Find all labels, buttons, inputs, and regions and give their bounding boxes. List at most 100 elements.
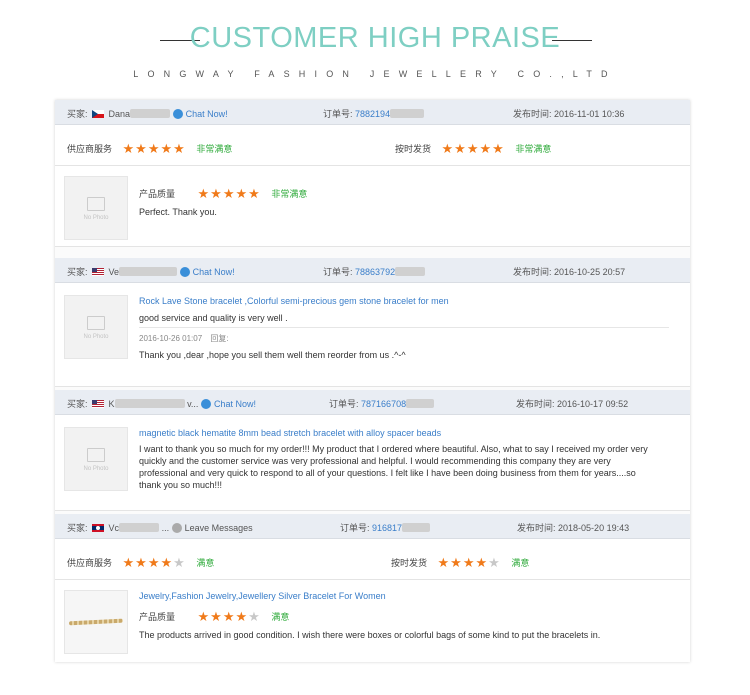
blurred-order: [395, 267, 426, 276]
review-comment: good service and quality is very well .: [139, 313, 288, 323]
delivery-label: 按时发货: [395, 144, 432, 154]
message-icon[interactable]: [171, 523, 182, 533]
chat-icon[interactable]: [179, 267, 190, 277]
quality-label: 产品质量: [139, 612, 176, 622]
delivery-satisfaction: 满意: [511, 558, 530, 568]
time-value: 2018-05-20 19:43: [558, 523, 630, 533]
product-link[interactable]: Rock Lave Stone bracelet ,Colorful semi-…: [139, 296, 449, 306]
quality-rating: 产品质量 ★★★★★ 非常满意: [139, 186, 307, 202]
page-title: CUSTOMER HIGH PRAISE: [189, 22, 561, 54]
comment-line: professional and very quick to respond t…: [139, 468, 636, 478]
blurred-order: [406, 399, 435, 408]
review-body: Jewelry,Fashion Jewelry,Jewellery Silver…: [55, 580, 690, 662]
product-link[interactable]: Jewelry,Fashion Jewelry,Jewellery Silver…: [139, 591, 386, 601]
order-number[interactable]: 787166708: [361, 399, 406, 409]
quality-rating: 产品质量 ★★★★★ 满意: [139, 609, 289, 625]
delivery-stars: ★★★★★: [437, 555, 501, 570]
reply-divider: [139, 327, 669, 328]
review-comment: Perfect. Thank you.: [139, 207, 217, 217]
supplier-satisfaction: 满意: [196, 558, 215, 568]
chat-icon[interactable]: [200, 399, 211, 409]
chat-now-link[interactable]: Chat Now!: [186, 109, 228, 119]
delivery-rating: 按时发货 ★★★★★ 满意: [391, 555, 529, 571]
reply-time: 2016-10-26 01:07: [139, 334, 203, 343]
no-photo-label: No Photo: [83, 334, 109, 340]
order-info: 订单号: 916817: [340, 521, 431, 534]
comment-line: I want to thank you so much for my order…: [139, 444, 648, 454]
company-name: LONGWAY FASHION JEWELLERY CO.,LTD: [133, 69, 617, 79]
review-header: 买家: Ve Chat Now! 订单号: 78863792 发布时间: 201…: [55, 258, 690, 283]
review-header: 买家: Vc ... Leave Messages 订单号: 916817 发布…: [55, 514, 690, 539]
buyer-label: 买家:: [67, 399, 88, 409]
buyer-info: 买家: Dana Chat Now!: [67, 107, 228, 120]
buyer-label: 买家:: [67, 523, 88, 533]
blurred-name: [130, 109, 171, 118]
chat-now-link[interactable]: Chat Now!: [214, 399, 256, 409]
buyer-name: Ve: [108, 267, 120, 277]
image-placeholder-icon: [87, 316, 105, 330]
supplier-service-label: 供应商服务: [67, 558, 113, 568]
post-time: 发布时间: 2018-05-20 19:43: [517, 521, 629, 534]
supplier-satisfaction: 非常满意: [196, 144, 233, 154]
rating-row: 供应商服务 ★★★★★ 非常满意 按时发货 ★★★★★ 非常满意: [55, 125, 690, 166]
quality-satisfaction: 非常满意: [271, 189, 308, 199]
order-label: 订单号:: [323, 267, 353, 277]
product-thumbnail[interactable]: [64, 590, 128, 654]
review-body: No Photo Rock Lave Stone bracelet ,Color…: [55, 283, 690, 387]
order-label: 订单号:: [340, 523, 370, 533]
supplier-service-rating: 供应商服务 ★★★★★ 满意: [67, 555, 214, 571]
order-info: 订单号: 7882194: [323, 107, 425, 120]
order-number[interactable]: 916817: [372, 523, 402, 533]
post-time: 发布时间: 2016-10-17 09:52: [516, 397, 628, 410]
buyer-info: 买家: Ve Chat Now!: [67, 265, 235, 278]
post-time: 发布时间: 2016-11-01 10:36: [513, 107, 624, 120]
blurred-order: [390, 109, 425, 118]
quality-stars: ★★★★★: [197, 186, 261, 201]
no-photo-label: No Photo: [83, 215, 109, 221]
supplier-stars: ★★★★★: [122, 141, 186, 156]
review-comment: The products arrived in good condition. …: [139, 630, 601, 640]
comment-line: quickly and the customer service was ver…: [139, 456, 611, 466]
image-placeholder-icon: [87, 197, 105, 211]
blurred-name: [114, 399, 185, 408]
order-number[interactable]: 78863792: [355, 267, 395, 277]
page-header: CUSTOMER HIGH PRAISE LONGWAY FASHION JEW…: [0, 0, 750, 95]
review-header: 买家: K v... Chat Now! 订单号: 787166708 发布时间…: [55, 390, 690, 415]
czech-flag-icon: [92, 110, 105, 118]
product-link[interactable]: magnetic black hematite 8mm bead stretch…: [139, 428, 441, 438]
delivery-stars: ★★★★★: [441, 141, 505, 156]
divider-right: [552, 40, 592, 41]
order-info: 订单号: 787166708: [329, 397, 435, 410]
chat-now-link[interactable]: Chat Now!: [193, 267, 235, 277]
review-body: No Photo magnetic black hematite 8mm bea…: [55, 415, 690, 511]
bracelet-image: [68, 618, 124, 626]
review-header: 买家: Dana Chat Now! 订单号: 7882194 发布时间: 20…: [55, 100, 690, 125]
reply-meta: 2016-10-26 01:07 回复:: [139, 333, 229, 345]
buyer-name-suffix: v...: [187, 399, 199, 409]
review-comment: I want to thank you so much for my order…: [139, 443, 648, 491]
time-label: 发布时间:: [513, 267, 552, 277]
leave-messages-link[interactable]: Leave Messages: [185, 523, 253, 533]
buyer-name: K: [108, 399, 115, 409]
time-label: 发布时间:: [516, 399, 555, 409]
image-placeholder-icon: [87, 448, 105, 462]
review-body: No Photo 产品质量 ★★★★★ 非常满意 Perfect. Thank …: [55, 166, 690, 247]
quality-label: 产品质量: [139, 189, 176, 199]
buyer-name-suffix: ...: [161, 523, 170, 533]
order-number[interactable]: 7882194: [355, 109, 390, 119]
buyer-name: Vc: [108, 523, 120, 533]
blurred-name: [119, 523, 160, 532]
delivery-label: 按时发货: [391, 558, 428, 568]
time-label: 发布时间:: [517, 523, 556, 533]
delivery-rating: 按时发货 ★★★★★ 非常满意: [395, 141, 551, 157]
product-thumbnail[interactable]: No Photo: [64, 427, 128, 491]
us-flag-icon: [92, 400, 105, 408]
order-info: 订单号: 78863792: [323, 265, 426, 278]
time-label: 发布时间:: [513, 109, 552, 119]
quality-satisfaction: 满意: [271, 612, 290, 622]
comment-line: thank you so much!!!: [139, 480, 223, 490]
buyer-label: 买家:: [67, 267, 88, 277]
product-thumbnail[interactable]: No Photo: [64, 295, 128, 359]
product-thumbnail[interactable]: No Photo: [64, 176, 128, 240]
chat-icon[interactable]: [172, 109, 183, 119]
